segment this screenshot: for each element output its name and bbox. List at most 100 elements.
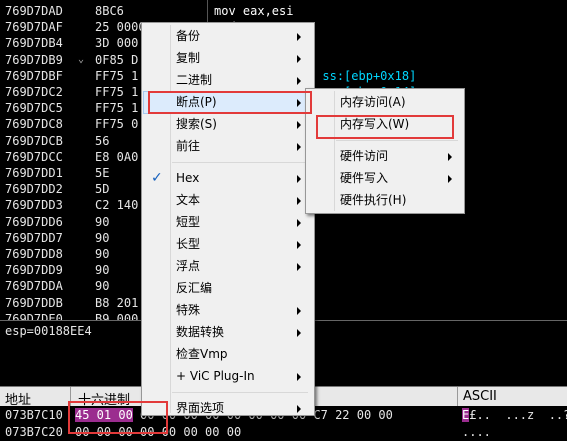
menu-item[interactable]: 硬件执行(H) [308,190,460,211]
chevron-right-icon [448,175,452,183]
disasm-bytes: 3D 000 [95,36,139,51]
disasm-address: 769D7DCB [5,133,63,148]
menu-item[interactable]: 长型 [144,234,310,255]
menu-item-label: 备份 [176,29,201,43]
chevron-right-icon [297,329,301,337]
disasm-bytes: 5D [95,182,110,197]
dump-address: 073B7C10 [5,408,63,422]
menu-item[interactable]: 特殊 [144,300,310,321]
disasm-address: 769D7DD8 [5,247,63,261]
menu-item-label: + ViC Plug-In [176,369,255,383]
disasm-address: 769D7DD6 [5,214,63,229]
info-text: esp=00188EE4 [5,324,92,338]
disasm-bytes: E8 0A0 [95,149,139,164]
menu-separator [336,140,458,141]
chevron-right-icon [297,77,301,85]
disasm-bytes: 90 [95,263,110,278]
disasm-address: 769D7DDA [5,279,63,294]
menu-item-label: 前往 [176,139,201,153]
menu-item-label: 浮点 [176,259,201,273]
dump-address: 073B7C20 [5,425,63,439]
menu-item[interactable]: 二进制 [144,70,310,91]
menu-item[interactable]: ✓ Hex [144,168,310,189]
menu-item[interactable]: 短型 [144,212,310,233]
menu-item[interactable]: 硬件写入 [308,168,460,189]
chevron-right-icon [297,55,301,63]
menu-separator [172,162,308,163]
disasm-address: 769D7DD2 [5,182,63,197]
menu-item-label: 长型 [176,237,201,251]
disasm-address: 769D7DD1 [5,166,63,180]
breakpoint-submenu: 内存访问(A) 内存写入(W) 硬件访问 硬件写入 硬件执行(H) [305,88,465,214]
annotation-box-breakpoint [148,91,312,114]
menu-item-label: Hex [176,171,200,185]
menu-item-label: 短型 [176,215,201,229]
menu-item-label: 检查Vmp [176,347,228,361]
dump-ascii: .... [462,424,491,441]
disasm-address: 769D7DC5 [5,101,63,116]
disasm-address: 769D7DD7 [5,230,63,245]
disasm-address: 769D7DAF [5,20,63,35]
disasm-address: 769D7DB9 [5,52,63,67]
dump-header-ascii[interactable]: ASCII [463,389,497,404]
dump-ascii: E£.. ...z ..? [462,407,567,424]
disasm-bytes: 90 [95,279,110,294]
menu-item[interactable]: 反汇编 [144,278,310,299]
disasm-bytes: 90 [95,214,110,229]
disasm-bytes: 90 [95,247,110,261]
menu-item[interactable]: 前往 [144,136,310,157]
disasm-address: 769D7DC8 [5,117,63,132]
menu-item-label: 二进制 [176,73,213,87]
chevron-right-icon [297,175,301,183]
check-icon: ✓ [151,170,163,186]
dump-ascii-rest: .... [462,425,491,439]
disasm-bytes: C2 140 [95,198,139,213]
chevron-right-icon [297,405,301,413]
menu-item-label: 特殊 [176,303,201,317]
disasm-bytes: 0F85 D [95,52,139,67]
jump-arrow-icon: ⌄ [78,53,85,65]
menu-item[interactable]: 搜索(S) [144,114,310,135]
chevron-right-icon [297,121,301,129]
menu-item-label: 硬件执行(H) [340,193,407,207]
menu-item[interactable]: 文本 [144,190,310,211]
chevron-right-icon [297,241,301,249]
menu-item[interactable]: 备份 [144,26,310,47]
disasm-instruction: mov eax,esi [214,3,293,19]
menu-item[interactable]: 浮点 [144,256,310,277]
disasm-address: 769D7DAD [5,4,63,18]
disasm-bytes: 90 [95,230,110,245]
disasm-address: 769D7DB4 [5,36,63,51]
disasm-bytes: FF75 1 [95,85,139,99]
menu-item[interactable]: + ViC Plug-In [144,366,310,387]
disasm-address: 769D7DBF [5,68,63,83]
header-divider[interactable] [457,387,458,407]
menu-item-label: 数据转换 [176,325,225,339]
menu-item[interactable]: 硬件访问 [308,146,460,167]
disasm-bytes: B8 201 [95,295,139,310]
chevron-right-icon [448,153,452,161]
disasm-bytes: 56 [95,133,110,148]
menu-item-label: 搜索(S) [176,117,217,131]
menu-item-label: 反汇编 [176,281,213,295]
chevron-right-icon [297,219,301,227]
disasm-address: 769D7DC2 [5,85,63,99]
menu-item[interactable]: 数据转换 [144,322,310,343]
annotation-box-memory-write [316,115,454,139]
chevron-right-icon [297,197,301,205]
chevron-right-icon [297,307,301,315]
disasm-row[interactable]: 769D7DAD 8BC6 mov eax,esi [0,3,567,19]
menu-item-label: 内存访问(A) [340,95,406,109]
menu-item[interactable]: 界面选项 [144,398,310,419]
chevron-right-icon [297,373,301,381]
menu-item-label: 复制 [176,51,201,65]
disasm-bytes: 5E [95,166,110,180]
instruction-part: mov eax,esi [214,4,294,18]
menu-item[interactable]: 复制 [144,48,310,69]
disasm-address: 769D7DD9 [5,263,63,278]
menu-item[interactable]: 内存访问(A) [308,92,460,113]
disasm-bytes: FF75 0 [95,117,139,132]
menu-item[interactable]: 检查Vmp [144,344,310,365]
disasm-address: 769D7DCC [5,149,63,164]
menu-item-label: 硬件写入 [340,171,389,185]
